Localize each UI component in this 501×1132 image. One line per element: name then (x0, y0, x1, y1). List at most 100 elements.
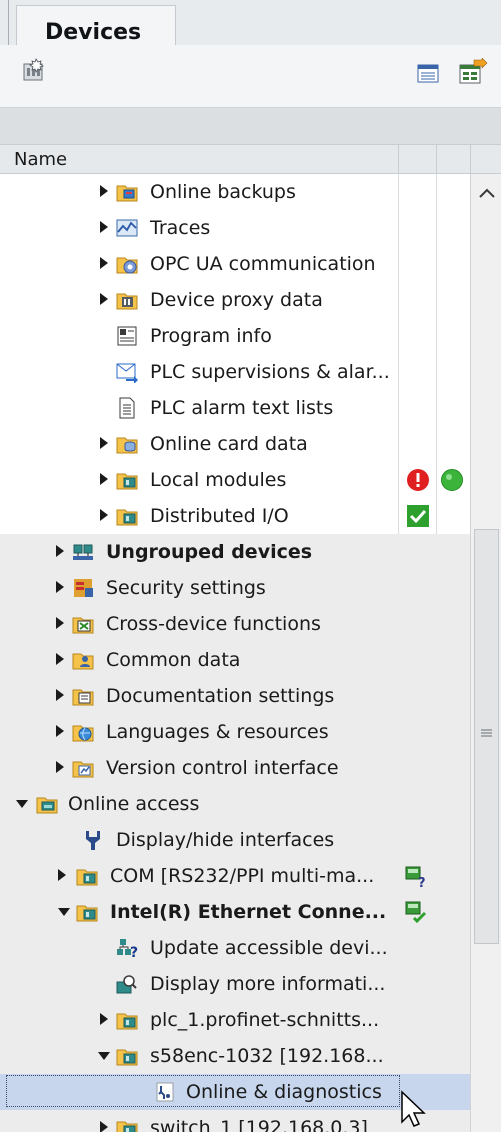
tree-item-label: Security settings (106, 577, 266, 599)
expand-arrow-icon[interactable] (56, 581, 64, 593)
tree-item-cross-device-functions[interactable]: Cross-device functions (0, 606, 470, 642)
tree-item-label: Device proxy data (150, 289, 323, 311)
expand-arrow-icon[interactable] (100, 257, 108, 269)
column-separator[interactable] (470, 145, 471, 173)
expand-arrow-icon[interactable] (56, 653, 64, 665)
expand-arrow-icon[interactable] (100, 185, 108, 197)
languages-icon (72, 725, 94, 742)
expand-arrow-icon[interactable] (58, 869, 66, 881)
device-folder-icon (116, 1121, 138, 1132)
project-tree: Online backups Traces OPC UA communicati… (0, 174, 470, 1132)
tree-item-device-proxy[interactable]: Device proxy data (0, 282, 470, 318)
tree-item-languages-resources[interactable]: Languages & resources (0, 714, 470, 750)
check-icon (407, 505, 429, 527)
tree-item-label: Local modules (150, 469, 287, 491)
tree-item-label: Program info (150, 325, 272, 347)
tree-item-label: Display more informati... (150, 973, 386, 995)
expand-arrow-icon[interactable] (100, 221, 108, 233)
tree-item-online-access[interactable]: Online access (0, 786, 470, 822)
online-ok-icon (441, 469, 463, 491)
tree-item-label: Display/hide interfaces (116, 829, 335, 851)
column-separator[interactable] (398, 145, 399, 173)
add-device-icon[interactable] (22, 58, 46, 82)
column-name-header[interactable]: Name (14, 149, 67, 170)
tree-item-online-backups[interactable]: Online backups (0, 174, 470, 210)
tree-item-label: Intel(R) Ethernet Conne... (110, 901, 387, 923)
collapse-arrow-icon[interactable] (16, 800, 28, 808)
expand-arrow-icon[interactable] (56, 545, 64, 557)
tree-item-traces[interactable]: Traces (0, 210, 470, 246)
tree-item-local-modules[interactable]: Local modules (0, 462, 470, 498)
tree-item-label: Cross-device functions (106, 613, 321, 635)
tree-item-alarm-text-lists[interactable]: PLC alarm text lists (0, 390, 470, 426)
expand-arrow-icon[interactable] (56, 761, 64, 773)
tree-item-label: Documentation settings (106, 685, 335, 707)
tree-item-display-more-info[interactable]: Display more informati... (0, 966, 470, 1002)
expand-arrow-icon[interactable] (56, 689, 64, 701)
tree-item-opc-ua[interactable]: OPC UA communication (0, 246, 470, 282)
online-access-icon (36, 797, 58, 814)
tree-item-label: Online card data (150, 433, 308, 455)
expand-arrow-icon[interactable] (100, 1121, 108, 1132)
expand-arrow-icon[interactable] (100, 437, 108, 449)
tree-item-s58enc[interactable]: s58enc-1032 [192.168... (0, 1038, 470, 1074)
tree-item-com-interface[interactable]: COM [RS232/PPI multi-ma... ? (0, 858, 470, 894)
expand-arrow-icon[interactable] (100, 473, 108, 485)
tree-item-label: switch_1 [192.168.0.3] (150, 1117, 368, 1132)
tree-item-plc-supervisions[interactable]: PLC supervisions & alar... (0, 354, 470, 390)
adapter-ok-icon (405, 901, 427, 924)
tab-border (8, 0, 9, 48)
svg-text:?: ? (418, 876, 426, 888)
vertical-scrollbar[interactable] (470, 174, 501, 1132)
tree-item-label: PLC alarm text lists (150, 397, 334, 419)
tree-item-common-data[interactable]: Common data (0, 642, 470, 678)
online-backups-icon (116, 185, 138, 202)
tree-item-display-hide-interfaces[interactable]: Display/hide interfaces (0, 822, 470, 858)
toolbar-spacer (0, 108, 501, 144)
tree-item-version-control[interactable]: Version control interface (0, 750, 470, 786)
collapse-arrow-icon[interactable] (58, 908, 70, 916)
tree-item-label: Online backups (150, 181, 296, 203)
error-icon (407, 469, 429, 491)
tab-devices[interactable]: Devices (16, 5, 176, 45)
expand-arrow-icon[interactable] (100, 1013, 108, 1025)
scrollbar-thumb[interactable] (474, 529, 499, 944)
svg-text:?: ? (130, 945, 138, 959)
tree-item-label: COM [RS232/PPI multi-ma... (110, 865, 375, 887)
tree-item-label: Version control interface (106, 757, 339, 779)
export-view-icon[interactable] (458, 58, 488, 86)
tree-item-label: PLC supervisions & alar... (150, 361, 390, 383)
adapter-unknown-icon: ? (405, 866, 426, 888)
diagnostics-icon (156, 1082, 174, 1102)
plc-supervision-icon (116, 363, 138, 383)
tree-item-program-info[interactable]: Program info (0, 318, 470, 354)
tree-item-distributed-io[interactable]: Distributed I/O (0, 498, 470, 534)
cross-device-icon (72, 617, 94, 634)
scroll-up-icon[interactable] (477, 186, 497, 200)
version-control-icon (72, 761, 94, 778)
tree-item-label: plc_1.profinet-schnitts... (150, 1009, 380, 1031)
tree-item-label: s58enc-1032 [192.168... (150, 1045, 384, 1067)
tree-item-documentation-settings[interactable]: Documentation settings (0, 678, 470, 714)
device-folder-icon (116, 1049, 138, 1066)
collapse-arrow-icon[interactable] (98, 1052, 110, 1060)
device-folder-icon (116, 1013, 138, 1030)
tree-item-security-settings[interactable]: Security settings (0, 570, 470, 606)
tree-item-intel-ethernet[interactable]: Intel(R) Ethernet Conne... (0, 894, 470, 930)
expand-arrow-icon[interactable] (100, 293, 108, 305)
column-separator[interactable] (436, 145, 437, 173)
detail-view-icon[interactable] (416, 62, 440, 86)
expand-arrow-icon[interactable] (56, 617, 64, 629)
common-data-icon (72, 653, 94, 670)
modules-folder-icon (116, 473, 138, 490)
devices-header: Devices (0, 0, 501, 144)
program-info-icon (117, 326, 137, 346)
tree-item-ungrouped-devices[interactable]: Ungrouped devices (0, 534, 470, 570)
tree-item-update-accessible-devices[interactable]: ? Update accessible devi... (0, 930, 470, 966)
tree-item-online-card-data[interactable]: Online card data (0, 426, 470, 462)
expand-arrow-icon[interactable] (56, 725, 64, 737)
tree-item-plc-1[interactable]: plc_1.profinet-schnitts... (0, 1002, 470, 1038)
expand-arrow-icon[interactable] (100, 509, 108, 521)
grip-icon (481, 729, 492, 737)
tree-item-label: Online access (68, 793, 200, 815)
